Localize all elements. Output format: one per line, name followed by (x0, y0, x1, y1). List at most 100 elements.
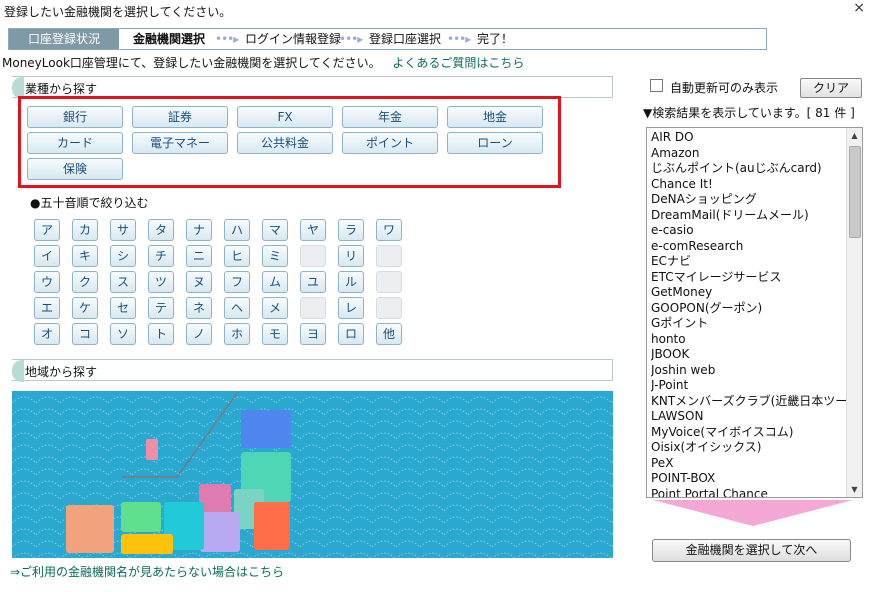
result-list-item[interactable]: LAWSON (651, 409, 847, 425)
result-list-item[interactable]: JBOOK (651, 347, 847, 363)
kana-filter-button[interactable]: ホ (224, 323, 250, 345)
kana-filter-button[interactable]: ノ (186, 323, 212, 345)
kana-filter-button[interactable]: タ (148, 219, 174, 241)
kana-filter-button[interactable]: フ (224, 271, 250, 293)
kana-filter-button[interactable]: モ (262, 323, 288, 345)
clear-button[interactable]: クリア (800, 78, 862, 98)
result-list-item[interactable]: Joshin web (651, 363, 847, 379)
result-list-item[interactable]: Amazon (651, 146, 847, 162)
kana-filter-button[interactable]: オ (34, 323, 60, 345)
kana-filter-button[interactable]: シ (110, 245, 136, 267)
kana-filter-button[interactable]: セ (110, 297, 136, 319)
category-bullion-button[interactable]: 地金 (447, 106, 543, 128)
kana-filter-button[interactable]: ヘ (224, 297, 250, 319)
scroll-up-icon[interactable]: ▲ (847, 128, 862, 143)
kana-filter-button[interactable]: コ (72, 323, 98, 345)
result-list-item[interactable]: MyVoice(マイボイスコム) (651, 425, 847, 441)
kana-filter-button[interactable]: ル (338, 271, 364, 293)
result-list-item[interactable]: Point Portal Chance (651, 487, 847, 498)
map-region-shikoku-south[interactable] (121, 534, 173, 554)
kana-filter-button[interactable]: ム (262, 271, 288, 293)
kana-filter-button[interactable]: リ (338, 245, 364, 267)
result-list-item[interactable]: じぶんポイント(auじぶんcard) (651, 161, 847, 177)
category-points-button[interactable]: ポイント (342, 132, 438, 154)
map-region-chubu[interactable] (254, 502, 290, 550)
auto-update-checkbox[interactable] (650, 79, 663, 92)
kana-filter-button[interactable]: レ (338, 297, 364, 319)
category-securities-button[interactable]: 証券 (132, 106, 228, 128)
institution-not-found-link[interactable]: ⇒ご利用の金融機関名が見あたらない場合はこちら (10, 563, 284, 580)
category-utilities-button[interactable]: 公共料金 (237, 132, 333, 154)
close-icon[interactable]: × (853, 0, 865, 16)
kana-filter-button[interactable]: ク (72, 271, 98, 293)
result-list-item[interactable]: PeX (651, 456, 847, 472)
result-list-item[interactable]: ETCマイレージサービス (651, 270, 847, 286)
kana-filter-button[interactable]: ス (110, 271, 136, 293)
kana-filter-button[interactable]: ヨ (300, 323, 326, 345)
category-fx-button[interactable]: FX (237, 106, 333, 128)
result-list-item[interactable]: GOOPON(グーポン) (651, 301, 847, 317)
next-button[interactable]: 金融機関を選択して次へ (652, 539, 851, 562)
kana-filter-button[interactable]: ニ (186, 245, 212, 267)
kana-filter-button[interactable]: 他 (376, 323, 402, 345)
kana-filter-button[interactable]: キ (72, 245, 98, 267)
kana-filter-button[interactable]: メ (262, 297, 288, 319)
map-region-kyushu[interactable] (66, 505, 114, 553)
kana-filter-button[interactable]: ネ (186, 297, 212, 319)
kana-filter-button[interactable]: マ (262, 219, 288, 241)
kana-filter-button[interactable]: ミ (262, 245, 288, 267)
kana-filter-button[interactable]: ワ (376, 219, 402, 241)
category-insurance-button[interactable]: 保険 (27, 158, 123, 180)
kana-filter-button[interactable]: イ (34, 245, 60, 267)
result-list-item[interactable]: honto (651, 332, 847, 348)
result-list-item[interactable]: ECナビ (651, 254, 847, 270)
japan-region-map (12, 391, 613, 558)
step-progress-bar: 口座登録状況 金融機関選択 •••▸ ログイン情報登録 •••▸ 登録口座選択 … (8, 28, 767, 50)
scroll-thumb[interactable] (849, 146, 861, 238)
kana-filter-button[interactable]: ツ (148, 271, 174, 293)
result-scrollbar[interactable]: ▲ ▼ (846, 128, 862, 497)
category-bank-button[interactable]: 銀行 (27, 106, 123, 128)
kana-filter-button[interactable]: ヤ (300, 219, 326, 241)
result-list-item[interactable]: POINT-BOX (651, 471, 847, 487)
map-region-shikoku[interactable] (121, 502, 161, 532)
kana-filter-button[interactable]: カ (72, 219, 98, 241)
result-list-item[interactable]: AIR DO (651, 130, 847, 146)
category-loan-button[interactable]: ローン (447, 132, 543, 154)
category-emoney-button[interactable]: 電子マネー (132, 132, 228, 154)
result-list-item[interactable]: Chance It! (651, 177, 847, 193)
result-listbox[interactable]: AIR DO Amazon じぶんポイント(auじぶんcard) Chance It!… (646, 127, 863, 498)
kana-filter-button[interactable]: エ (34, 297, 60, 319)
kana-filter-button[interactable]: ト (148, 323, 174, 345)
kana-filter-button[interactable]: ヌ (186, 271, 212, 293)
kana-filter-button[interactable]: ラ (338, 219, 364, 241)
kana-filter-button[interactable]: ア (34, 219, 60, 241)
map-region-kinki[interactable] (200, 512, 240, 552)
category-card-button[interactable]: カード (27, 132, 123, 154)
kana-filter-button[interactable]: サ (110, 219, 136, 241)
kana-filter-button[interactable]: ユ (300, 271, 326, 293)
map-region-hokkaido[interactable] (241, 410, 291, 448)
kana-filter-button[interactable]: ロ (338, 323, 364, 345)
result-list-item[interactable]: J-Point (651, 378, 847, 394)
kana-filter-button[interactable]: テ (148, 297, 174, 319)
kana-filter-button[interactable]: ケ (72, 297, 98, 319)
faq-link[interactable]: よくあるご質問はこちら (392, 56, 524, 70)
scroll-down-icon[interactable]: ▼ (847, 482, 862, 497)
result-list-item[interactable]: e-casio (651, 223, 847, 239)
kana-filter-button[interactable]: ウ (34, 271, 60, 293)
result-list-item[interactable]: DreamMail(ドリームメール) (651, 208, 847, 224)
result-list-item[interactable]: GetMoney (651, 285, 847, 301)
map-region-okinawa[interactable] (146, 439, 158, 460)
result-list-item[interactable]: DeNAショッピング (651, 192, 847, 208)
kana-filter-button[interactable]: ハ (224, 219, 250, 241)
kana-filter-button[interactable]: ナ (186, 219, 212, 241)
kana-filter-button[interactable]: ヒ (224, 245, 250, 267)
result-list-item[interactable]: e-comResearch (651, 239, 847, 255)
category-pension-button[interactable]: 年金 (342, 106, 438, 128)
result-list-item[interactable]: Gポイント (651, 316, 847, 332)
result-list-item[interactable]: KNTメンバーズクラブ(近畿日本ツー (651, 394, 847, 410)
result-list-item[interactable]: Oisix(オイシックス) (651, 440, 847, 456)
kana-filter-button[interactable]: チ (148, 245, 174, 267)
kana-filter-button[interactable]: ソ (110, 323, 136, 345)
